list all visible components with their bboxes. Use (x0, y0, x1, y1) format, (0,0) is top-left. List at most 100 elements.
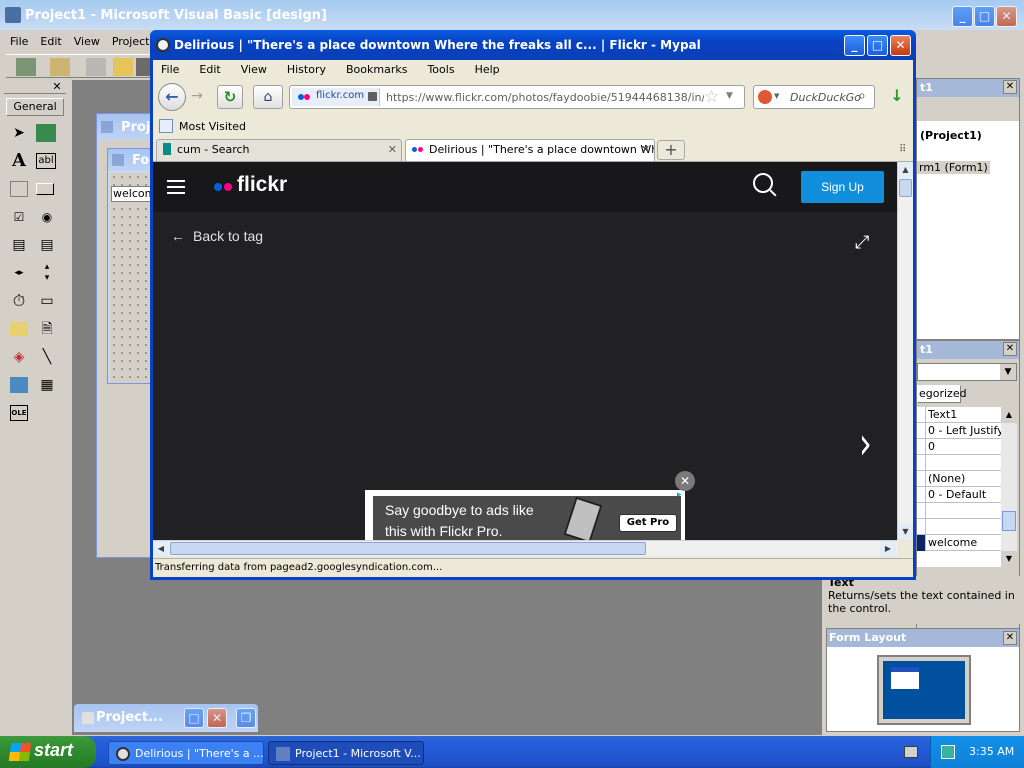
open-icon[interactable] (113, 58, 133, 76)
frame-tool-icon[interactable] (10, 181, 28, 197)
ad-choices-icon[interactable]: ▸ (677, 490, 682, 500)
next-photo-chevron-icon[interactable]: › (859, 416, 872, 469)
vb-menu-file[interactable]: File (10, 35, 28, 51)
back-to-tag-link[interactable]: ← Back to tag (171, 228, 263, 244)
tab-delirious[interactable]: Delirious | "There's a place downtown Wh… (405, 139, 655, 161)
browser-menu-file[interactable]: File (161, 61, 179, 79)
browser-menu-help[interactable]: Help (475, 61, 500, 79)
flickr-logo[interactable]: flickr (237, 173, 287, 197)
signup-button[interactable]: Sign Up (801, 171, 884, 203)
browser-menu-history[interactable]: History (287, 61, 326, 79)
scroll-thumb[interactable] (170, 542, 646, 555)
site-identity-badge[interactable]: flickr.com (292, 88, 380, 106)
scroll-up-icon[interactable]: ▲ (898, 162, 913, 178)
shape-tool-icon[interactable]: ◈ (8, 346, 30, 368)
ad-get-pro-button[interactable]: Get Pro (619, 514, 677, 532)
back-button[interactable]: ← (158, 83, 186, 111)
properties-scrollbar[interactable]: ▲ ▼ (1001, 407, 1017, 567)
minimized-restore-button[interactable]: ❐ (236, 708, 256, 728)
browser-menu-bookmarks[interactable]: Bookmarks (346, 61, 407, 79)
taskbar-item-vb[interactable]: Project1 - Microsoft V... (268, 741, 424, 765)
hamburger-menu-icon[interactable] (167, 180, 185, 194)
image-tool-icon[interactable] (10, 377, 28, 393)
add-project-icon[interactable] (16, 58, 36, 76)
project-tree-form1[interactable]: rm1 (Form1) (917, 161, 990, 174)
property-row[interactable] (917, 455, 1001, 471)
scroll-right-icon[interactable]: ▶ (880, 541, 896, 556)
minimized-maximize-button-2[interactable]: □ (184, 708, 204, 728)
tab-close-icon[interactable]: ✕ (388, 143, 397, 156)
line-tool-icon[interactable]: ╲ (36, 346, 58, 368)
search-bar[interactable]: ▼ DuckDuckGo ⌕ (753, 85, 875, 109)
star-bookmark-icon[interactable]: ☆ (704, 87, 719, 107)
tab-close-icon[interactable]: ✕ (641, 143, 650, 156)
property-row[interactable] (917, 503, 1001, 519)
drivelistbox-tool-icon[interactable]: ▭ (36, 290, 58, 312)
dirlistbox-tool-icon[interactable] (10, 322, 28, 336)
language-bar-icon[interactable] (904, 746, 918, 758)
property-row[interactable]: 0 (917, 439, 1001, 455)
start-button[interactable]: start (0, 736, 96, 768)
browser-close-button[interactable]: ✕ (890, 35, 911, 56)
page-vertical-scrollbar[interactable]: ▲ ▼ (897, 162, 913, 540)
label-tool-icon[interactable]: A (8, 150, 30, 172)
menu-editor-icon[interactable] (86, 58, 106, 76)
browser-menu-edit[interactable]: Edit (199, 61, 220, 79)
scroll-down-icon[interactable]: ▼ (1001, 551, 1017, 567)
textbox-tool-icon[interactable]: abl (36, 153, 56, 169)
checkbox-tool-icon[interactable]: ☑ (8, 206, 30, 228)
browser-menu-tools[interactable]: Tools (427, 61, 454, 79)
optionbutton-tool-icon[interactable]: ◉ (36, 206, 58, 228)
vscrollbar-tool-icon[interactable]: ▴ ▾ (36, 262, 58, 284)
properties-close-icon[interactable]: ✕ (1003, 342, 1017, 356)
property-row[interactable]: 0 - Left Justify (917, 423, 1001, 439)
hscrollbar-tool-icon[interactable]: ◂▸ (8, 262, 30, 284)
vb-menu-view[interactable]: View (74, 35, 100, 51)
browser-minimize-button[interactable]: _ (844, 35, 865, 56)
combobox-tool-icon[interactable]: ▤ (8, 234, 30, 256)
property-row[interactable]: (None) (917, 471, 1001, 487)
property-row[interactable] (917, 519, 1001, 535)
filelistbox-tool-icon[interactable]: 🗎 (36, 318, 58, 340)
property-row[interactable]: Text1 (917, 407, 1001, 423)
vb-maximize-button[interactable]: □ (974, 6, 995, 27)
minimized-close-button[interactable]: ✕ (207, 708, 227, 728)
download-button[interactable]: ↓ (887, 86, 907, 108)
vb-minimize-button[interactable]: _ (952, 6, 973, 27)
url-bar[interactable]: flickr.com https://www.flickr.com/photos… (289, 85, 745, 109)
duckduckgo-icon[interactable] (758, 90, 772, 104)
form-layout-close-icon[interactable]: ✕ (1003, 631, 1017, 645)
vb-menu-edit[interactable]: Edit (40, 35, 61, 51)
url-dropdown-icon[interactable]: ▼ (726, 91, 733, 101)
most-visited-bookmark[interactable]: Most Visited (179, 120, 246, 133)
new-tab-button[interactable]: + (657, 140, 685, 160)
picturebox-tool-icon[interactable] (36, 124, 56, 142)
project-explorer-close-icon[interactable]: ✕ (1003, 80, 1017, 94)
ad-close-button[interactable]: ✕ (675, 471, 695, 491)
reload-button[interactable]: ↻ (217, 85, 243, 109)
project-tree-root[interactable]: (Project1) (920, 129, 982, 142)
browser-menu-view[interactable]: View (241, 61, 267, 79)
scroll-thumb[interactable] (899, 179, 912, 197)
forward-button[interactable]: → (187, 88, 207, 108)
tab-cum-search[interactable]: cum - Search ✕ (156, 139, 402, 161)
search-engine-dropdown-icon[interactable]: ▼ (774, 92, 779, 100)
vb-close-button[interactable]: ✕ (996, 6, 1017, 27)
properties-object-dropdown[interactable]: ▼ (917, 363, 1017, 381)
pointer-tool-icon[interactable]: ➤ (8, 122, 30, 144)
scroll-down-icon[interactable]: ▼ (898, 524, 913, 540)
network-icon[interactable] (941, 745, 955, 759)
list-all-tabs-icon[interactable]: ⠿ (899, 144, 906, 155)
form-layout-form-preview[interactable] (891, 667, 919, 689)
search-icon[interactable]: ⌕ (858, 88, 866, 104)
listbox-tool-icon[interactable]: ▤ (36, 234, 58, 256)
vb-menu-project[interactable]: Project (112, 35, 150, 51)
toolbox-general-tab[interactable]: General (6, 98, 64, 116)
home-button[interactable]: ⌂ (253, 85, 283, 109)
scroll-up-icon[interactable]: ▲ (1001, 407, 1017, 423)
fullscreen-icon[interactable]: ⤢ (855, 232, 869, 253)
timer-tool-icon[interactable]: ⏱ (8, 290, 30, 312)
browser-maximize-button[interactable]: □ (867, 35, 888, 56)
taskbar-item-browser[interactable]: Delirious | "There's a ... (108, 741, 264, 765)
page-horizontal-scrollbar[interactable]: ◀ ▶ (153, 540, 897, 556)
